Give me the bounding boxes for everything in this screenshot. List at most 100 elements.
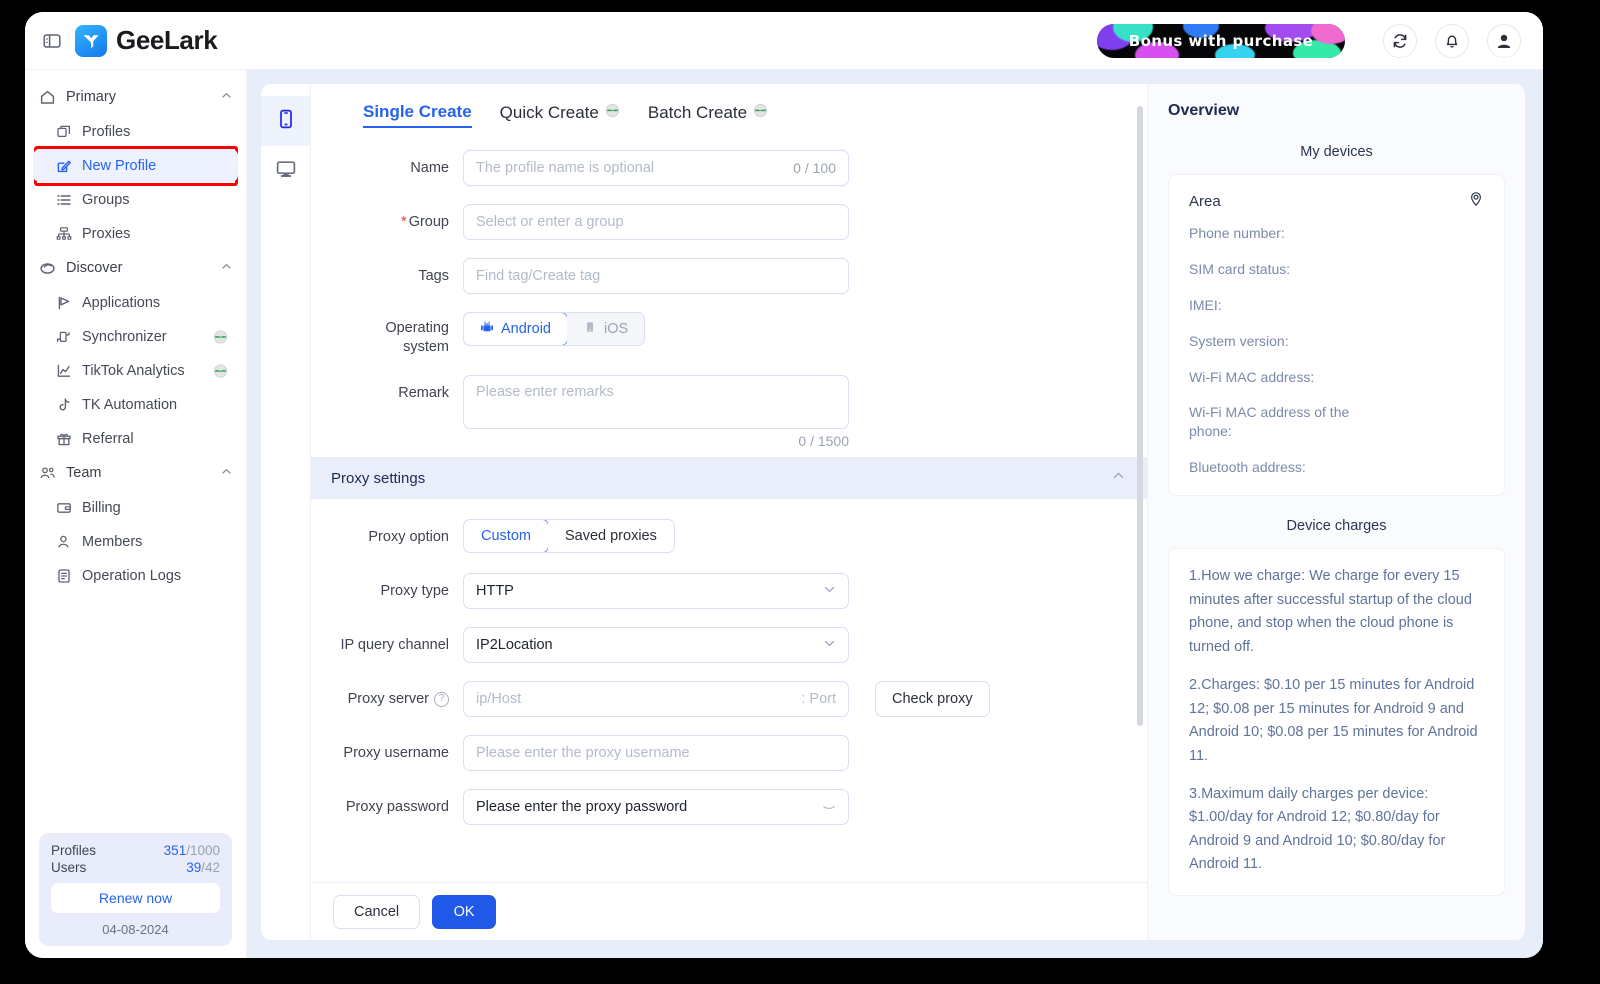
sidebar-item-new-profile[interactable]: New Profile (33, 149, 238, 182)
sidebar-group-label: Discover (66, 260, 123, 276)
field-row-group: * Group Select or enter a group (311, 204, 1147, 240)
form-footer: Cancel OK (311, 882, 1147, 940)
sidebar-item-profiles[interactable]: Profiles (33, 115, 238, 148)
field-row-ip-query-channel: IP query channel IP2Location (311, 627, 1147, 663)
synchronizer-icon (54, 329, 73, 345)
proxy-server-input[interactable]: ip/Host : Port (463, 681, 849, 717)
location-pin-icon[interactable] (1468, 191, 1484, 212)
device-field: Wi-Fi MAC address of the phone: (1189, 404, 1350, 440)
create-mode-tabs: Single Create Quick Create Batch Create (311, 102, 1147, 128)
device-charge-paragraph: 2.Charges: $0.10 per 15 minutes for Andr… (1189, 677, 1478, 764)
license-profiles-row: Profiles 351/1000 (51, 843, 220, 858)
device-field: SIM card status: (1189, 260, 1291, 277)
sidebar-item-tk-automation[interactable]: TK Automation (33, 388, 238, 421)
sidebar-group-discover[interactable]: Discover (25, 251, 246, 285)
panel-toggle-icon[interactable] (39, 28, 65, 54)
sidebar-item-label: Synchronizer (82, 328, 167, 345)
cloud-phone-icon (275, 108, 297, 135)
rail-cloud-desktop-button[interactable] (261, 146, 310, 196)
proxy-type-value: HTTP (476, 583, 514, 599)
sidebar-item-synchronizer[interactable]: Synchronizer (33, 320, 238, 353)
proxy-option-custom[interactable]: Custom (463, 520, 549, 552)
field-row-proxy-server: Proxy server? ip/Host : Port Check proxy (311, 681, 1147, 717)
proxy-server-port-placeholder: Port (809, 691, 836, 707)
proxy-username-input[interactable]: Please enter the proxy username (463, 735, 849, 771)
group-input[interactable]: Select or enter a group (463, 204, 849, 240)
proxy-option-saved-proxies[interactable]: Saved proxies (547, 520, 674, 552)
tags-input[interactable]: Find tag/Create tag (463, 258, 849, 294)
required-marker: * (401, 214, 407, 230)
proxy-settings-title: Proxy settings (331, 469, 426, 487)
tab-batch-create[interactable]: Batch Create (648, 103, 768, 127)
area-row: Area (1189, 191, 1484, 212)
tiktok-note-icon (54, 397, 73, 413)
chevron-up-icon (221, 89, 232, 105)
team-people-icon (38, 465, 57, 482)
sidebar-group-label: Primary (66, 89, 116, 105)
geelark-bird-icon (75, 24, 107, 57)
chevron-up-icon (221, 260, 232, 276)
sidebar-item-label: Billing (82, 499, 121, 516)
brand-logo[interactable]: GeeLark (75, 24, 218, 57)
field-row-name: Name The profile name is optional 0 / 10… (311, 150, 1147, 186)
renew-now-button[interactable]: Renew now (51, 883, 220, 913)
ok-button[interactable]: OK (432, 894, 497, 929)
sidebar-item-referral[interactable]: Referral (33, 422, 238, 455)
sidebar-item-members[interactable]: Members (33, 525, 238, 558)
sidebar-item-tiktok-analytics[interactable]: TikTok Analytics (33, 354, 238, 387)
tab-quick-create[interactable]: Quick Create (500, 103, 620, 127)
refresh-icon[interactable] (1383, 23, 1417, 58)
question-circle-icon[interactable]: ? (434, 691, 449, 707)
sidebar-item-label: Applications (82, 294, 161, 311)
user-avatar-icon[interactable] (1487, 23, 1521, 58)
create-profile-form: Single Create Quick Create Batch Create (311, 84, 1147, 940)
remark-textarea[interactable]: Please enter remarks (463, 375, 849, 429)
sidebar-item-billing[interactable]: Billing (33, 491, 238, 524)
eye-off-icon[interactable] (822, 798, 836, 816)
license-users-used: 39 (186, 860, 202, 875)
proxy-option-control: Custom Saved proxies (463, 519, 849, 553)
chevron-down-icon (823, 583, 836, 600)
proxy-password-control: Please enter the proxy password (463, 789, 849, 825)
sidebar-item-applications[interactable]: Applications (33, 286, 238, 319)
os-option-label: iOS (603, 321, 629, 337)
promo-banner-text: Bonus with purchase (1128, 31, 1314, 50)
proxy-password-input[interactable]: Please enter the proxy password (463, 789, 849, 825)
wallet-icon (54, 500, 73, 516)
remark-counter: 0 / 1500 (798, 433, 849, 449)
rail-cloud-phone-button[interactable] (261, 96, 310, 146)
sidebar-group-team[interactable]: Team (25, 456, 246, 490)
ip-query-channel-select[interactable]: IP2Location (463, 627, 849, 663)
group-label: * Group (311, 204, 463, 240)
form-scrollbar[interactable] (1137, 106, 1143, 726)
sidebar-group-primary[interactable]: Primary (25, 80, 246, 114)
device-charge-paragraph: 3.Maximum daily charges per device: $1.0… (1189, 786, 1446, 873)
remark-label: Remark (398, 385, 449, 401)
chevron-up-icon[interactable] (1112, 469, 1125, 487)
applications-icon (54, 295, 73, 311)
edit-square-icon (54, 158, 73, 174)
sidebar-item-groups[interactable]: Groups (33, 183, 238, 216)
os-option-ios[interactable]: iOS (566, 313, 645, 345)
os-option-android[interactable]: Android (464, 313, 568, 345)
name-input[interactable]: The profile name is optional 0 / 100 (463, 150, 849, 186)
bell-icon[interactable] (1435, 23, 1469, 58)
beta-globe-badge-icon (213, 363, 228, 378)
proxy-server-port-group: : Port (797, 691, 836, 707)
proxy-type-control: HTTP (463, 573, 849, 609)
operating-system-control: Android iOS (463, 312, 849, 346)
proxy-server-label: Proxy server? (311, 681, 463, 717)
proxy-settings-section-header[interactable]: Proxy settings (311, 457, 1147, 499)
sidebar-item-label: Referral (82, 430, 134, 447)
license-users-row: Users 39/42 (51, 860, 220, 875)
proxy-type-select[interactable]: HTTP (463, 573, 849, 609)
sidebar-item-operation-logs[interactable]: Operation Logs (33, 559, 238, 592)
overview-panel: Overview My devices Area Phone number: S… (1147, 84, 1525, 940)
check-proxy-button[interactable]: Check proxy (875, 681, 990, 717)
promo-banner[interactable]: Bonus with purchase (1097, 23, 1345, 58)
sidebar-item-proxies[interactable]: Proxies (33, 217, 238, 250)
group-label-text: Group (408, 214, 449, 230)
cancel-button[interactable]: Cancel (333, 894, 421, 929)
tab-single-create[interactable]: Single Create (363, 102, 472, 128)
proxy-network-icon (54, 226, 73, 242)
